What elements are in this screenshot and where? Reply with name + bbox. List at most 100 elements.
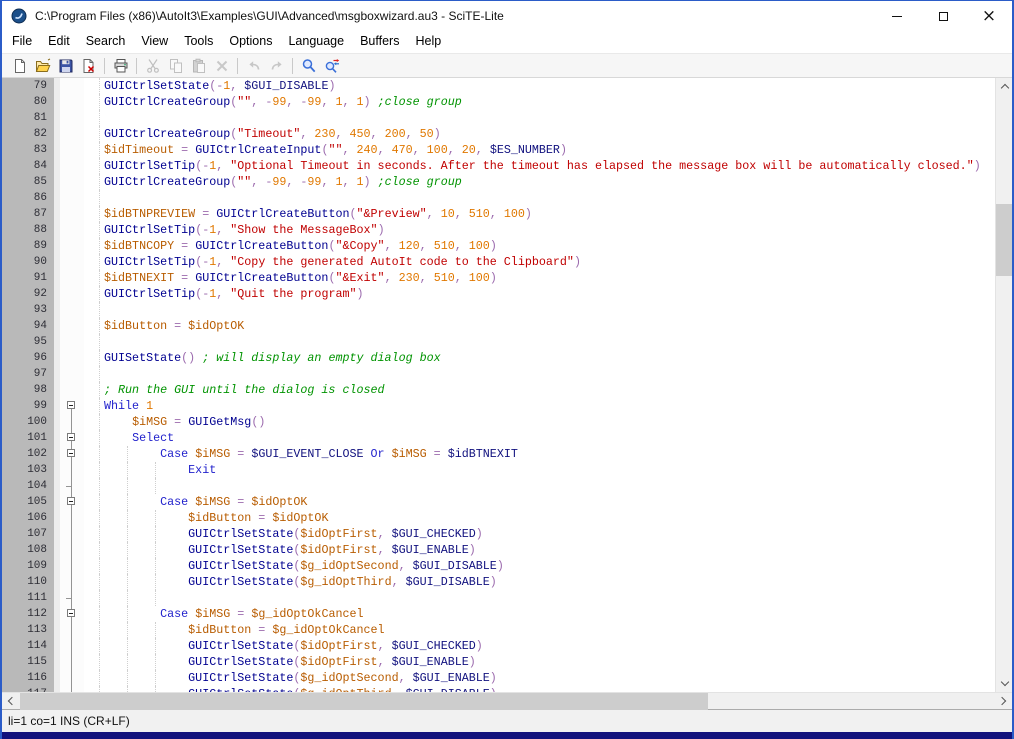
code-text[interactable]: $idBTNEXIT = GUICtrlCreateButton("&Exit"…: [84, 270, 995, 286]
code-text[interactable]: $idButton = $g_idOptOkCancel: [84, 622, 995, 638]
minimize-button[interactable]: [874, 1, 920, 31]
code-line[interactable]: 83$idTimeout = GUICtrlCreateInput("", 24…: [2, 142, 995, 158]
code-view[interactable]: 79GUICtrlSetState(-1, $GUI_DISABLE)80GUI…: [2, 78, 995, 692]
menu-edit[interactable]: Edit: [40, 31, 78, 53]
code-text[interactable]: [84, 110, 995, 126]
code-line[interactable]: 90GUICtrlSetTip(-1, "Copy the generated …: [2, 254, 995, 270]
code-line[interactable]: 87$idBTNPREVIEW = GUICtrlCreateButton("&…: [2, 206, 995, 222]
code-line[interactable]: 100 $iMSG = GUIGetMsg(): [2, 414, 995, 430]
code-text[interactable]: GUICtrlSetState($g_idOptSecond, $GUI_DIS…: [84, 558, 995, 574]
menu-tools[interactable]: Tools: [176, 31, 221, 53]
code-text[interactable]: Case $iMSG = $GUI_EVENT_CLOSE Or $iMSG =…: [84, 446, 995, 462]
code-text[interactable]: $iMSG = GUIGetMsg(): [84, 414, 995, 430]
code-text[interactable]: Select: [84, 430, 995, 446]
code-text[interactable]: [84, 590, 995, 606]
code-text[interactable]: GUICtrlSetState($idOptFirst, $GUI_CHECKE…: [84, 638, 995, 654]
maximize-button[interactable]: [920, 1, 966, 31]
code-line[interactable]: 116 GUICtrlSetState($g_idOptSecond, $GUI…: [2, 670, 995, 686]
fold-toggle[interactable]: [67, 433, 75, 441]
vertical-scrollbar[interactable]: [995, 78, 1012, 692]
code-text[interactable]: GUICtrlSetTip(-1, "Copy the generated Au…: [84, 254, 995, 270]
code-line[interactable]: 108 GUICtrlSetState($idOptFirst, $GUI_EN…: [2, 542, 995, 558]
menu-file[interactable]: File: [4, 31, 40, 53]
close-button[interactable]: ×: [966, 1, 1012, 31]
print-button[interactable]: [109, 55, 132, 77]
menu-search[interactable]: Search: [78, 31, 134, 53]
horizontal-scrollbar-track[interactable]: [19, 693, 995, 709]
save-file-button[interactable]: [54, 55, 77, 77]
code-line[interactable]: 107 GUICtrlSetState($idOptFirst, $GUI_CH…: [2, 526, 995, 542]
code-text[interactable]: $idButton = $idOptOK: [84, 318, 995, 334]
new-file-button[interactable]: [8, 55, 31, 77]
scroll-up-button[interactable]: [996, 78, 1013, 95]
code-text[interactable]: GUICtrlCreateGroup("", -99, -99, 1, 1) ;…: [84, 174, 995, 190]
code-line[interactable]: 85GUICtrlCreateGroup("", -99, -99, 1, 1)…: [2, 174, 995, 190]
scroll-right-button[interactable]: [995, 693, 1012, 709]
fold-toggle[interactable]: [67, 401, 75, 409]
code-line[interactable]: 109 GUICtrlSetState($g_idOptSecond, $GUI…: [2, 558, 995, 574]
code-line[interactable]: 105 Case $iMSG = $idOptOK: [2, 494, 995, 510]
code-line[interactable]: 82GUICtrlCreateGroup("Timeout", 230, 450…: [2, 126, 995, 142]
code-line[interactable]: 102 Case $iMSG = $GUI_EVENT_CLOSE Or $iM…: [2, 446, 995, 462]
code-text[interactable]: GUICtrlSetState(-1, $GUI_DISABLE): [84, 78, 995, 94]
code-line[interactable]: 84GUICtrlSetTip(-1, "Optional Timeout in…: [2, 158, 995, 174]
close-file-button[interactable]: [77, 55, 100, 77]
code-line[interactable]: 89$idBTNCOPY = GUICtrlCreateButton("&Cop…: [2, 238, 995, 254]
code-text[interactable]: ; Run the GUI until the dialog is closed: [84, 382, 995, 398]
code-text[interactable]: $idButton = $idOptOK: [84, 510, 995, 526]
scroll-down-button[interactable]: [996, 675, 1013, 692]
code-text[interactable]: $idBTNPREVIEW = GUICtrlCreateButton("&Pr…: [84, 206, 995, 222]
code-line[interactable]: 110 GUICtrlSetState($g_idOptThird, $GUI_…: [2, 574, 995, 590]
code-line[interactable]: 95: [2, 334, 995, 350]
menu-help[interactable]: Help: [407, 31, 449, 53]
code-line[interactable]: 101 Select: [2, 430, 995, 446]
code-text[interactable]: $idBTNCOPY = GUICtrlCreateButton("&Copy"…: [84, 238, 995, 254]
fold-toggle[interactable]: [67, 449, 75, 457]
code-line[interactable]: 113 $idButton = $g_idOptOkCancel: [2, 622, 995, 638]
code-text[interactable]: GUICtrlSetState($idOptFirst, $GUI_ENABLE…: [84, 654, 995, 670]
fold-toggle[interactable]: [67, 497, 75, 505]
code-line[interactable]: 104: [2, 478, 995, 494]
code-line[interactable]: 96GUISetState() ; will display an empty …: [2, 350, 995, 366]
find-button[interactable]: [297, 55, 320, 77]
code-text[interactable]: GUICtrlSetState($g_idOptThird, $GUI_DISA…: [84, 574, 995, 590]
open-file-button[interactable]: [31, 55, 54, 77]
code-text[interactable]: GUICtrlSetState($idOptFirst, $GUI_ENABLE…: [84, 542, 995, 558]
code-line[interactable]: 103 Exit: [2, 462, 995, 478]
scroll-left-button[interactable]: [2, 693, 19, 709]
code-text[interactable]: Case $iMSG = $idOptOK: [84, 494, 995, 510]
code-text[interactable]: GUICtrlSetState($idOptFirst, $GUI_CHECKE…: [84, 526, 995, 542]
code-line[interactable]: 93: [2, 302, 995, 318]
code-line[interactable]: 114 GUICtrlSetState($idOptFirst, $GUI_CH…: [2, 638, 995, 654]
code-text[interactable]: Exit: [84, 462, 995, 478]
code-line[interactable]: 111: [2, 590, 995, 606]
code-text[interactable]: GUICtrlSetState($g_idOptSecond, $GUI_ENA…: [84, 670, 995, 686]
code-line[interactable]: 79GUICtrlSetState(-1, $GUI_DISABLE): [2, 78, 995, 94]
code-text[interactable]: $idTimeout = GUICtrlCreateInput("", 240,…: [84, 142, 995, 158]
fold-toggle[interactable]: [67, 609, 75, 617]
code-line[interactable]: 80GUICtrlCreateGroup("", -99, -99, 1, 1)…: [2, 94, 995, 110]
code-line[interactable]: 86: [2, 190, 995, 206]
code-line[interactable]: 112 Case $iMSG = $g_idOptOkCancel: [2, 606, 995, 622]
menu-options[interactable]: Options: [221, 31, 280, 53]
code-text[interactable]: GUICtrlSetState($g_idOptThird, $GUI_DISA…: [84, 686, 995, 692]
code-line[interactable]: 92GUICtrlSetTip(-1, "Quit the program"): [2, 286, 995, 302]
code-line[interactable]: 117 GUICtrlSetState($g_idOptThird, $GUI_…: [2, 686, 995, 692]
code-text[interactable]: [84, 302, 995, 318]
replace-button[interactable]: [320, 55, 343, 77]
menu-language[interactable]: Language: [280, 31, 352, 53]
code-text[interactable]: [84, 478, 995, 494]
code-line[interactable]: 91$idBTNEXIT = GUICtrlCreateButton("&Exi…: [2, 270, 995, 286]
horizontal-scrollbar-thumb[interactable]: [20, 693, 708, 710]
code-text[interactable]: While 1: [84, 398, 995, 414]
code-line[interactable]: 81: [2, 110, 995, 126]
code-text[interactable]: GUICtrlCreateGroup("Timeout", 230, 450, …: [84, 126, 995, 142]
code-text[interactable]: GUICtrlCreateGroup("", -99, -99, 1, 1) ;…: [84, 94, 995, 110]
code-line[interactable]: 97: [2, 366, 995, 382]
horizontal-scrollbar[interactable]: [2, 692, 1012, 709]
code-text[interactable]: GUICtrlSetTip(-1, "Optional Timeout in s…: [84, 158, 995, 174]
code-text[interactable]: Case $iMSG = $g_idOptOkCancel: [84, 606, 995, 622]
menu-view[interactable]: View: [133, 31, 176, 53]
code-line[interactable]: 98; Run the GUI until the dialog is clos…: [2, 382, 995, 398]
code-text[interactable]: [84, 190, 995, 206]
